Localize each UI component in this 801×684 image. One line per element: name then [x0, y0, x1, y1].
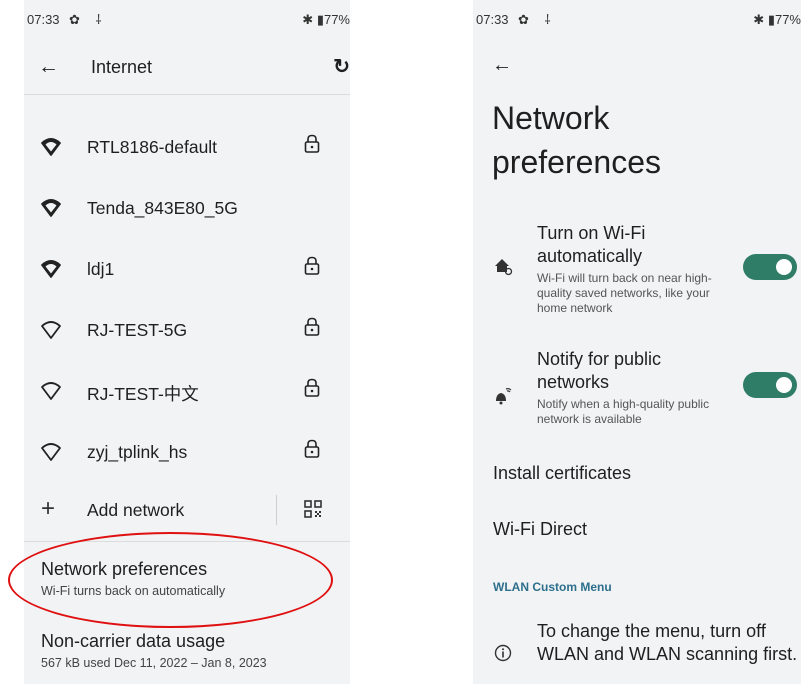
- wifi-network-row[interactable]: RJ-TEST-5G: [24, 311, 350, 351]
- wifi-signal-icon: [41, 321, 61, 339]
- status-time: 07:33: [476, 12, 509, 27]
- refresh-icon[interactable]: ↻: [333, 55, 350, 79]
- wifi-ssid: RJ-TEST-中文: [87, 384, 199, 404]
- section-header: WLAN Custom Menu: [493, 580, 612, 594]
- toggle-knob: [776, 259, 792, 275]
- notify-public-subtitle: Notify when a high-quality public networ…: [537, 397, 710, 426]
- lock-icon: [304, 378, 320, 397]
- wifi-network-row[interactable]: RJ-TEST-中文: [24, 372, 350, 412]
- data-usage-title: Non-carrier data usage: [41, 631, 226, 651]
- info-icon: [494, 644, 512, 662]
- battery-level: 77%: [323, 12, 350, 27]
- data-usage-subtitle: 567 kB used Dec 11, 2022 – Jan 8, 2023: [41, 656, 267, 670]
- divider: [24, 94, 350, 95]
- page-title: Internet: [91, 57, 153, 77]
- notification-wifi-icon: [496, 388, 512, 405]
- wifi-network-row[interactable]: ldj1: [24, 250, 350, 290]
- wifi-signal-icon: [41, 199, 61, 217]
- wifi-ssid: RJ-TEST-5G: [87, 320, 188, 340]
- lock-icon: [304, 256, 320, 275]
- lock-icon: [304, 134, 320, 153]
- bluetooth-icon: ✱: [753, 12, 765, 27]
- home-wifi-icon: [495, 259, 513, 276]
- network-preferences-screen: 07:33 ✿ ⸸ ✱ ▮77% ← Network preferences T…: [473, 0, 801, 684]
- wifi-network-row[interactable]: zyj_tplink_hs: [24, 433, 350, 473]
- qr-code-scanner-icon[interactable]: [304, 500, 322, 518]
- plus-icon: +: [41, 495, 56, 522]
- add-network-label: Add network: [87, 500, 185, 520]
- battery-icon: ▮: [767, 12, 775, 27]
- wifi-direct-item[interactable]: Wi-Fi Direct: [493, 519, 587, 540]
- page-title: Network preferences: [492, 96, 661, 184]
- app-bar: ← Internet ↻: [24, 52, 350, 82]
- status-right: ✱ ▮77%: [753, 12, 801, 28]
- toggle-knob: [776, 377, 792, 393]
- wifi-auto-subtitle: Wi-Fi will turn back on near high-qualit…: [537, 271, 712, 315]
- battery-level: 77%: [774, 12, 801, 27]
- wifi-signal-icon: [41, 382, 61, 400]
- lock-icon: [304, 439, 320, 458]
- wifi-auto-text: Turn on Wi-Fi automatically Wi-Fi will t…: [537, 222, 737, 316]
- wifi-ssid: ldj1: [87, 259, 115, 279]
- page-title-line-2: preferences: [492, 144, 661, 180]
- divider: [276, 495, 277, 525]
- wifi-signal-icon: [41, 138, 61, 156]
- wifi-signal-icon: [41, 260, 61, 278]
- status-bar: 07:33 ✿ ⸸ ✱ ▮77%: [473, 10, 801, 30]
- notify-public-title: Notify for public networks: [537, 349, 662, 392]
- wifi-signal-icon: [41, 443, 61, 461]
- notify-public-toggle[interactable]: [743, 372, 797, 398]
- status-right: ✱ ▮77%: [302, 12, 350, 28]
- settings-notification-icon: ✿ ⸸: [518, 12, 557, 27]
- notify-public-text: Notify for public networks Notify when a…: [537, 348, 737, 427]
- settings-notification-icon: ✿ ⸸: [69, 12, 108, 27]
- wifi-auto-toggle[interactable]: [743, 254, 797, 280]
- wifi-ssid: zyj_tplink_hs: [87, 442, 188, 462]
- add-network-row[interactable]: + Add network: [24, 493, 350, 527]
- red-circle-annotation: [8, 532, 333, 628]
- page-title-line-1: Network: [492, 100, 610, 136]
- wlan-info-text: To change the menu, turn off WLAN and WL…: [537, 621, 798, 664]
- wifi-ssid: RTL8186-default: [87, 137, 218, 157]
- back-arrow-icon[interactable]: ←: [38, 52, 59, 82]
- status-bar: 07:33 ✿ ⸸ ✱ ▮77%: [24, 10, 350, 30]
- install-certificates-item[interactable]: Install certificates: [493, 463, 631, 484]
- wifi-network-row[interactable]: RTL8186-default: [24, 128, 350, 168]
- lock-icon: [304, 317, 320, 336]
- wifi-auto-title: Turn on Wi-Fi automatically: [537, 223, 646, 266]
- wifi-network-row[interactable]: Tenda_843E80_5G: [24, 189, 350, 229]
- bluetooth-icon: ✱: [302, 12, 314, 27]
- wifi-ssid: Tenda_843E80_5G: [87, 198, 238, 218]
- non-carrier-data-usage-item[interactable]: Non-carrier data usage 567 kB used Dec 1…: [41, 631, 267, 670]
- battery-icon: ▮: [316, 12, 324, 27]
- status-time: 07:33: [27, 12, 60, 27]
- back-arrow-icon[interactable]: ←: [492, 54, 512, 77]
